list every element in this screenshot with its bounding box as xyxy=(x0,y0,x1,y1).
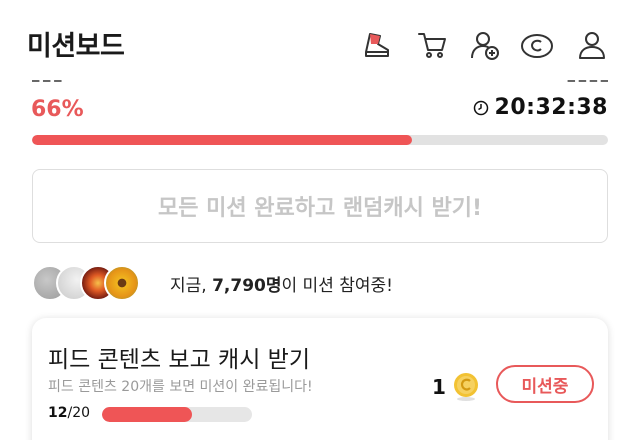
mission-progress-count: 12/20 xyxy=(48,405,91,421)
page-title: 미션보드 xyxy=(27,31,125,62)
progress-label-cut: ━ ━ ━ xyxy=(32,80,62,88)
reward-amount: 1 xyxy=(432,375,446,399)
participants-text: 지금, 7,790명이 미션 참여중! xyxy=(170,275,393,296)
overall-progress-bar xyxy=(32,135,608,145)
mission-description: 피드 콘텐츠 20개를 보면 미션이 완료됩니다! xyxy=(48,379,313,395)
avatar xyxy=(104,265,140,301)
cart-icon[interactable] xyxy=(413,26,451,64)
participants-row: 지금, 7,790명이 미션 참여중! xyxy=(32,263,393,303)
mission-progress-bar xyxy=(102,407,252,422)
mission-card[interactable]: 피드 콘텐츠 보고 캐시 받기 피드 콘텐츠 20개를 보면 미션이 완료됩니다… xyxy=(32,318,608,440)
progress-percent: 66% xyxy=(31,97,84,122)
clock-icon xyxy=(473,100,488,115)
coin-icon xyxy=(453,373,478,401)
add-friend-icon[interactable] xyxy=(466,26,504,64)
coin-c-icon[interactable] xyxy=(518,26,556,64)
participants-count: 7,790명 xyxy=(212,275,282,296)
timer: 20:32:38 xyxy=(473,95,608,120)
mission-status-button[interactable]: 미션중 xyxy=(496,365,594,403)
mission-title: 피드 콘텐츠 보고 캐시 받기 xyxy=(48,347,311,373)
mission-progress-fill xyxy=(102,407,192,422)
app-header: 미션보드 xyxy=(0,0,640,88)
timer-label-cut: ━ ━ ━ ━ xyxy=(567,80,608,88)
timer-text: 20:32:38 xyxy=(494,95,608,120)
user-icon[interactable] xyxy=(573,26,611,64)
mission-shoe-icon[interactable] xyxy=(358,26,396,64)
mission-reward: 1 xyxy=(432,371,480,403)
overall-progress-fill xyxy=(32,135,413,145)
complete-all-missions-button[interactable]: 모든 미션 완료하고 랜덤캐시 받기! xyxy=(32,169,608,243)
participant-avatars xyxy=(32,263,158,303)
